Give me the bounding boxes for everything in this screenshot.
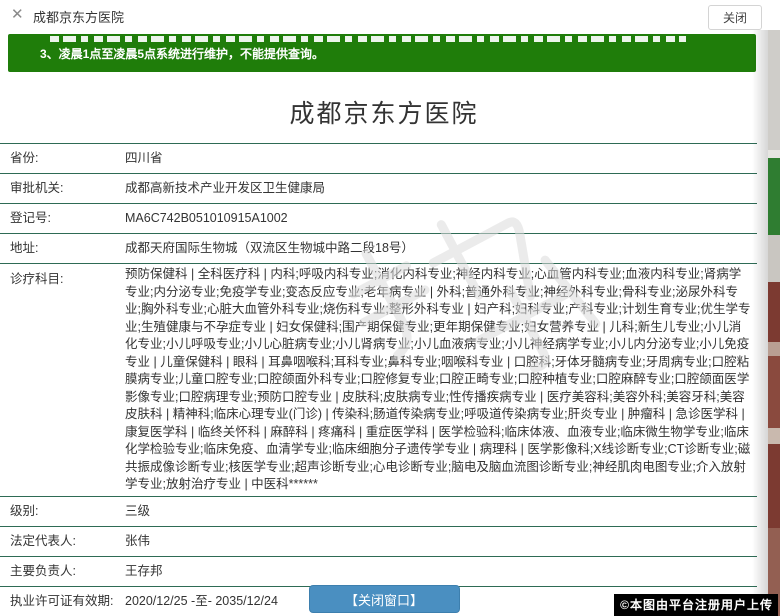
row-value: 三级 [125, 497, 757, 526]
row-label: 诊疗科目: [0, 264, 125, 289]
close-icon[interactable]: ✕ [11, 6, 24, 24]
image-credit-badge: ©本图由平台注册用户上传 [614, 594, 778, 616]
row-label: 审批机关: [0, 174, 125, 203]
close-window-button[interactable]: 【关闭窗口】 [309, 585, 460, 613]
table-row-province: 省份: 四川省 [0, 144, 757, 174]
row-label: 省份: [0, 144, 125, 173]
row-value: MA6C742B051010915A1002 [125, 204, 757, 233]
row-value: 四川省 [125, 144, 757, 173]
maintenance-notice-banner: 3、凌晨1点至凌晨5点系统进行维护，不能提供查询。 [8, 34, 756, 72]
row-label: 登记号: [0, 204, 125, 233]
background-page-strip [768, 30, 780, 616]
table-row-person-in-charge: 主要负责人: 王存邦 [0, 557, 757, 587]
notice-text: 3、凌晨1点至凌晨5点系统进行维护，不能提供查询。 [8, 44, 756, 64]
table-row-address: 地址: 成都天府国际生物城（双流区生物城中路二段18号） [0, 234, 757, 264]
row-value: 成都高新技术产业开发区卫生健康局 [125, 174, 757, 203]
page-title: 成都京东方医院 [0, 94, 768, 130]
row-value: 王存邦 [125, 557, 757, 586]
window-title: 成都京东方医院 [33, 7, 124, 26]
row-value: 成都天府国际生物城（双流区生物城中路二段18号） [125, 234, 757, 263]
table-row-clinical-departments: 诊疗科目: 预防保健科 | 全科医疗科 | 内科;呼吸内科专业;消化内科专业;神… [0, 264, 757, 497]
row-value: 预防保健科 | 全科医疗科 | 内科;呼吸内科专业;消化内科专业;神经内科专业;… [125, 264, 757, 496]
row-label: 级别: [0, 497, 125, 526]
table-row-legal-representative: 法定代表人: 张伟 [0, 527, 757, 557]
modal-title-bar: ✕ 成都京东方医院 关闭 [0, 0, 768, 30]
row-value: 张伟 [125, 527, 757, 556]
table-row-approving-authority: 审批机关: 成都高新技术产业开发区卫生健康局 [0, 174, 757, 204]
close-button[interactable]: 关闭 [708, 5, 762, 30]
clipped-notice-line [50, 36, 686, 42]
table-row-registration-number: 登记号: MA6C742B051010915A1002 [0, 204, 757, 234]
hospital-detail-modal: ✕ 成都京东方医院 关闭 3、凌晨1点至凌晨5点系统进行维护，不能提供查询。 成… [0, 0, 768, 616]
table-row-level: 级别: 三级 [0, 497, 757, 527]
row-label: 法定代表人: [0, 527, 125, 556]
row-label: 地址: [0, 234, 125, 263]
row-label: 主要负责人: [0, 557, 125, 586]
hospital-info-table: 省份: 四川省 审批机关: 成都高新技术产业开发区卫生健康局 登记号: MA6C… [0, 143, 757, 616]
